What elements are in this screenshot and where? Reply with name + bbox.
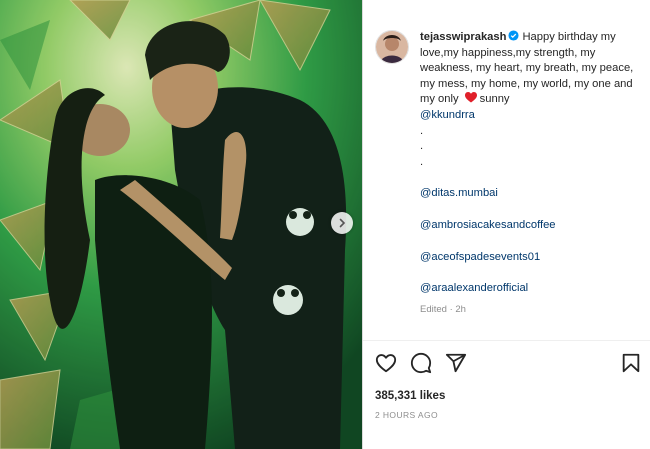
photo-illustration [0, 0, 362, 449]
mention-link-araalexander[interactable]: @araalexanderofficial [420, 281, 642, 297]
edited-timestamp: Edited · 2h [420, 303, 466, 315]
mention-link-kkundrra[interactable]: @kkundrra [420, 108, 642, 124]
like-button[interactable] [375, 352, 399, 376]
verified-badge-icon [508, 30, 519, 41]
next-photo-button[interactable] [331, 212, 353, 234]
caption-dot: . [420, 155, 424, 168]
mention-link-ambrosia[interactable]: @ambrosiacakesandcoffee [420, 218, 642, 234]
share-button[interactable] [445, 352, 469, 376]
chevron-right-icon [339, 218, 346, 228]
mention-link-aceofspades[interactable]: @aceofspadesevents01 [420, 250, 642, 266]
comment-button[interactable] [410, 352, 434, 376]
actions-divider [363, 340, 650, 341]
paper-plane-icon [445, 353, 467, 373]
caption-dot: . [420, 140, 424, 153]
red-heart-emoji [464, 92, 477, 103]
likes-count[interactable]: 385,331 likes [375, 390, 445, 402]
avatar-image [376, 31, 408, 63]
author-avatar[interactable] [375, 30, 409, 64]
heart-outline-icon [375, 354, 397, 373]
post-caption: tejasswiprakash Happy birthday my love,my… [420, 30, 642, 317]
post-details-panel: tejasswiprakash Happy birthday my love,my… [362, 0, 650, 449]
author-username[interactable]: tejasswiprakash [420, 31, 506, 43]
mention-link-ditas[interactable]: @ditas.mumbai [420, 186, 642, 202]
comment-bubble-icon [410, 352, 432, 374]
action-bar [375, 352, 643, 376]
post-photo[interactable] [0, 0, 362, 449]
caption-dot: . [420, 124, 424, 137]
save-button[interactable] [620, 352, 644, 376]
bookmark-icon [622, 353, 640, 373]
post-timestamp[interactable]: 2 HOURS AGO [375, 410, 438, 420]
caption-sign-off: sunny [479, 93, 510, 106]
